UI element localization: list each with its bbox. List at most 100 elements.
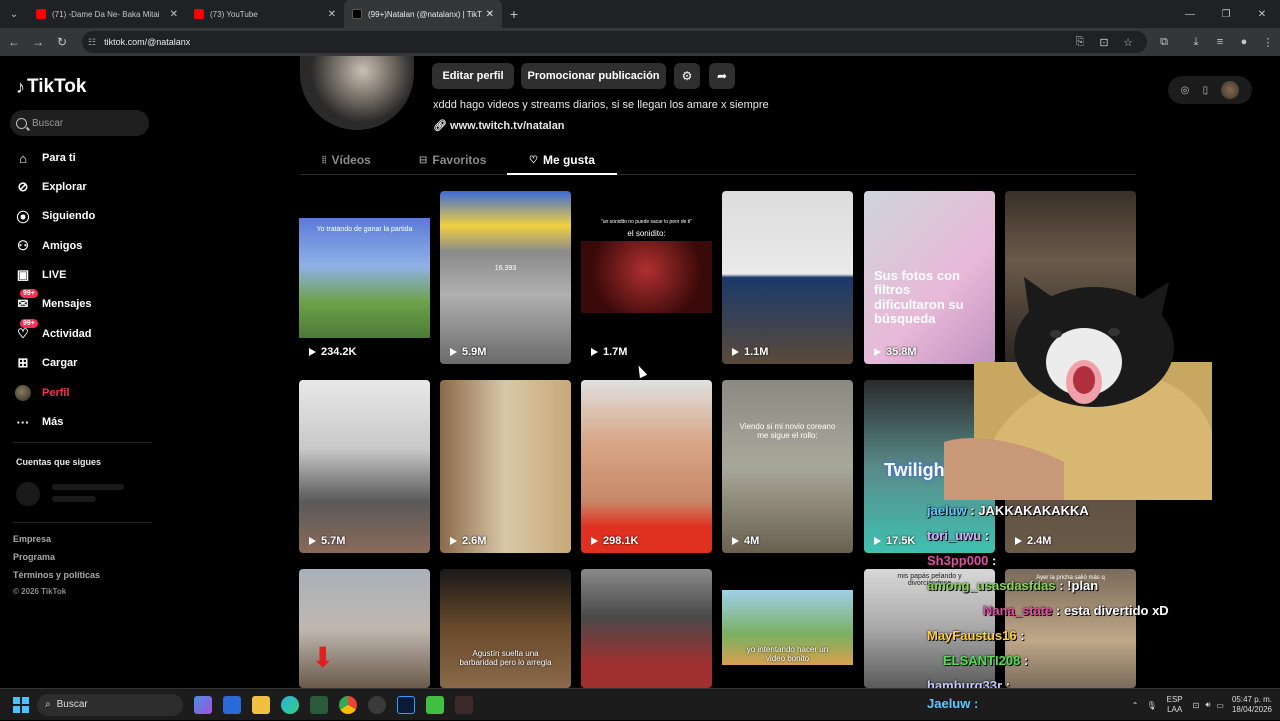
search-placeholder: Buscar	[32, 117, 64, 129]
video-card[interactable]: yo intentando hacer un video bonito	[722, 569, 853, 688]
profile-link[interactable]: 🔗︎ www.twitch.tv/natalan	[433, 119, 565, 132]
badge: 99+	[20, 289, 38, 298]
download-icon[interactable]: ⤓	[1184, 36, 1208, 49]
nav-perfil[interactable]: Perfil	[14, 383, 70, 403]
coin-icon[interactable]: ◎	[1181, 85, 1190, 96]
profile-icon[interactable]: ●	[1232, 36, 1256, 48]
footer-link-empresa[interactable]: Empresa	[13, 534, 51, 544]
video-card[interactable]: 5.7M	[299, 380, 430, 553]
close-tab-icon[interactable]: ✕	[170, 9, 178, 20]
network-icon[interactable]: ⊡	[1193, 701, 1200, 710]
new-tab-button[interactable]: +	[502, 6, 526, 22]
edit-profile-button[interactable]: Editar perfil	[432, 63, 514, 89]
chrome-icon[interactable]	[339, 695, 357, 714]
video-card[interactable]: 2.6M	[440, 380, 571, 553]
footer-link-terminos[interactable]: Términos y políticas	[13, 570, 100, 580]
file-explorer-icon[interactable]	[252, 695, 270, 714]
extensions-icon[interactable]: ⧉	[1152, 36, 1176, 49]
taskbar-search[interactable]: ⌕ Buscar	[37, 693, 183, 716]
windows-start-icon[interactable]	[13, 696, 29, 713]
video-views: 35.8M	[874, 346, 917, 358]
nav-explorar[interactable]: ⊘ Explorar	[14, 177, 87, 197]
obs-icon[interactable]	[368, 695, 386, 714]
play-icon	[874, 348, 881, 356]
promote-button[interactable]: Promocionar publicación	[521, 63, 666, 89]
nav-label: Más	[42, 416, 64, 428]
settings-gear-icon[interactable]: ⚙	[674, 63, 700, 89]
nav-mas[interactable]: ··· Más	[14, 412, 64, 432]
menu-dots-icon[interactable]: ⋮	[1256, 36, 1280, 49]
install-icon[interactable]: ⊡	[1092, 36, 1116, 49]
maximize-icon[interactable]: ❐	[1208, 0, 1244, 28]
video-card[interactable]: "un sonidito no puede sacar lo peor de t…	[581, 191, 712, 364]
volume-icon[interactable]: 🔊︎	[1205, 700, 1210, 710]
nav-amigos[interactable]: ⚇ Amigos	[14, 236, 82, 256]
language-indicator[interactable]: ESP LAA	[1167, 695, 1183, 715]
video-card[interactable]: 298.1K	[581, 380, 712, 553]
clock[interactable]: 05:47 p. m. 18/04/2026	[1232, 695, 1272, 715]
video-card[interactable]: ⬇	[299, 569, 430, 688]
skeleton-line	[52, 496, 96, 502]
nav-siguiendo[interactable]: ⦿ Siguiendo	[14, 206, 95, 226]
site-info-icon[interactable]: ☷	[88, 37, 96, 48]
app-icon[interactable]	[455, 695, 473, 714]
device-icon[interactable]: ▯	[1203, 85, 1209, 96]
browser-tab[interactable]: (73) YouTube ✕	[186, 0, 344, 28]
reload-icon[interactable]: ↻	[50, 35, 74, 49]
nav-actividad[interactable]: ♡ 99+ Actividad	[14, 319, 92, 344]
photoshop-icon[interactable]	[397, 695, 415, 714]
profile-avatar[interactable]	[300, 56, 414, 130]
nav-cargar[interactable]: ⊞ Cargar	[14, 353, 78, 373]
skeleton-line	[52, 484, 124, 490]
footer-link-programa[interactable]: Programa	[13, 552, 55, 562]
media-icon[interactable]: ≡	[1208, 36, 1232, 48]
video-card[interactable]: Viendo si mi novio coreano me sigue el r…	[722, 380, 853, 553]
microphone-icon[interactable]: 🎙︎	[1146, 701, 1156, 710]
battery-icon[interactable]: ▭	[1216, 701, 1224, 710]
translate-icon[interactable]: ⎘	[1068, 36, 1092, 49]
tab-videos[interactable]: ⦙⦙ Vídeos	[322, 153, 371, 167]
user-avatar[interactable]	[1221, 81, 1240, 99]
browser-tab[interactable]: (71) -Dame Da Ne- Baka Mitai ✕	[28, 0, 186, 28]
video-views: 17.5K	[874, 535, 915, 547]
browser-tab-active[interactable]: (99+)Natalan (@natalanx) | TikT ✕	[344, 0, 502, 28]
nav-mensajes[interactable]: ✉ 99+ Mensajes	[14, 289, 92, 314]
live-icon: ▣	[16, 267, 30, 282]
browser-toolbar: ← → ↻ ☷ tiktok.com/@natalanx ⎘ ⊡ ☆ ⧉ ⤓ ≡…	[0, 28, 1280, 56]
copilot-icon[interactable]	[194, 695, 212, 714]
chat-message: among_usasdasfdas : !plan	[927, 578, 1099, 593]
activity-icon: ♡ 99+	[14, 319, 38, 343]
tab-search-button[interactable]: ⌄	[0, 0, 28, 28]
forward-icon[interactable]: →	[26, 35, 50, 49]
video-card[interactable]: 16.393 5.9M	[440, 191, 571, 364]
chevron-up-icon[interactable]: ⌃	[1132, 701, 1139, 710]
nav-live[interactable]: ▣ LIVE	[14, 265, 67, 285]
search-input[interactable]: Buscar	[10, 110, 149, 136]
edge-icon[interactable]	[281, 695, 299, 714]
video-caption: yo intentando hacer un video bonito	[746, 645, 829, 663]
minimize-icon[interactable]: —	[1172, 0, 1208, 28]
video-card[interactable]: Yo tratando de ganar la partida 234.2K	[299, 191, 430, 364]
store-icon[interactable]	[223, 695, 241, 714]
close-tab-icon[interactable]: ✕	[328, 9, 336, 20]
bookmark-star-icon[interactable]: ☆	[1116, 36, 1140, 49]
video-card[interactable]	[581, 569, 712, 688]
grid-icon: ⦙⦙	[322, 154, 327, 166]
share-icon[interactable]: ➦	[709, 63, 735, 89]
video-caption: Agustín suelta una barbaridad pero lo ar…	[459, 649, 552, 667]
nav-para-ti[interactable]: ⌂ Para ti	[14, 148, 76, 168]
tab-me-gusta[interactable]: ♡ Me gusta	[529, 153, 595, 167]
video-card[interactable]: Agustín suelta una barbaridad pero lo ar…	[440, 569, 571, 688]
back-icon[interactable]: ←	[2, 35, 26, 49]
tab-favoritos[interactable]: ⊟ Favoritos	[419, 153, 486, 167]
video-card[interactable]: 1.1M	[722, 191, 853, 364]
tiktok-logo[interactable]: ♪ TikTok	[16, 76, 86, 98]
excel-icon[interactable]	[310, 695, 328, 714]
profile-bio: xddd hago videos y streams diarios, si s…	[433, 99, 769, 111]
youtube-icon	[194, 9, 204, 19]
close-window-icon[interactable]: ✕	[1244, 0, 1280, 28]
url-text: tiktok.com/@natalanx	[104, 37, 191, 47]
close-tab-icon[interactable]: ✕	[486, 9, 494, 20]
capcut-icon[interactable]	[426, 695, 444, 714]
address-bar[interactable]: ☷ tiktok.com/@natalanx	[82, 31, 1147, 53]
